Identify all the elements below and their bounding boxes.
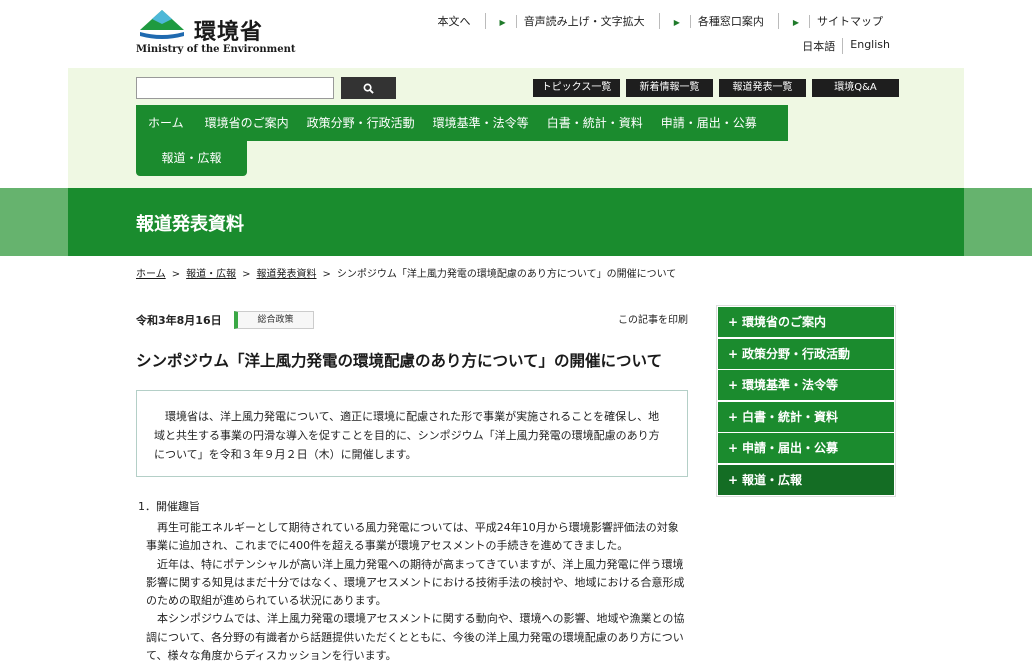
body-paragraph: 再生可能エネルギーとして期待されている風力発電については、平成24年10月から環…	[146, 521, 679, 553]
article-date: 令和3年8月16日	[136, 314, 222, 327]
plus-icon: +	[728, 472, 739, 487]
util-link-label: 各種窓口案内	[689, 15, 771, 28]
util-link-label: 本文へ	[437, 15, 471, 28]
logo-mark-icon	[140, 10, 184, 39]
logo-japanese-text: 環境省	[194, 19, 264, 45]
side-nav-policy[interactable]: + 政策分野・行政活動	[718, 338, 894, 369]
nav-item-policy[interactable]: 政策分野・行政活動	[298, 105, 424, 141]
article-summary: 環境省は、洋上風力発電について、適正に環境に配慮された形で事業が実施されることを…	[136, 390, 688, 477]
article-title: シンポジウム「洋上風力発電の環境配慮のあり方について」の開催について	[136, 352, 663, 370]
triangle-right-icon: ▶	[499, 18, 506, 27]
side-nav-applications[interactable]: + 申請・届出・公募	[718, 433, 894, 463]
breadcrumb-current: シンポジウム「洋上風力発電の環境配慮のあり方について」の開催について	[336, 269, 677, 280]
side-nav-label: 白書・統計・資料	[742, 409, 839, 424]
side-nav-label: 政策分野・行政活動	[742, 346, 851, 361]
nav-item-press[interactable]: 報道・広報	[136, 141, 247, 176]
breadcrumb-home[interactable]: ホーム	[136, 269, 166, 280]
side-nav-press[interactable]: + 報道・広報	[718, 464, 894, 495]
plus-icon: +	[728, 441, 739, 455]
page-title-band: 報道発表資料	[0, 188, 1032, 256]
plus-icon: +	[728, 315, 739, 329]
util-link-skip-to-content[interactable]: 本文へ	[424, 13, 485, 29]
page-title-inner: 報道発表資料	[68, 188, 964, 256]
utility-links: 本文へ ▶ 音声読み上げ・文字拡大 ▶ 各種窓口案内 ▶ サイトマップ	[424, 13, 897, 29]
breadcrumb-separator: >	[171, 269, 181, 280]
breadcrumb-press[interactable]: 報道・広報	[186, 269, 236, 280]
plus-icon: +	[728, 346, 739, 361]
search-icon	[363, 83, 374, 94]
quick-link-press-releases[interactable]: 報道発表一覧	[719, 79, 806, 97]
side-nav-standards[interactable]: + 環境基準・法令等	[718, 370, 894, 400]
side-nav-label: 申請・届出・公募	[742, 441, 839, 455]
nav-item-home[interactable]: ホーム	[136, 105, 196, 141]
side-nav-label: 環境基準・法令等	[742, 378, 839, 392]
nav-item-standards[interactable]: 環境基準・法令等	[424, 105, 538, 141]
article-body: 再生可能エネルギーとして期待されている風力発電については、平成24年10月から環…	[146, 519, 688, 665]
side-nav-about[interactable]: + 環境省のご案内	[718, 307, 894, 337]
search-input[interactable]	[136, 77, 334, 99]
side-navigation: + 環境省のご案内 + 政策分野・行政活動 + 環境基準・法令等 + 白書・統計・資料 …	[716, 305, 896, 497]
lang-english[interactable]: English	[842, 38, 897, 54]
breadcrumb-separator: >	[242, 269, 251, 280]
util-link-label: 音声読み上げ・文字拡大	[515, 15, 652, 28]
triangle-right-icon: ▶	[792, 18, 799, 27]
plus-icon: +	[728, 409, 739, 424]
nav-item-about[interactable]: 環境省のご案内	[196, 105, 298, 141]
breadcrumb-separator: >	[322, 269, 331, 280]
main-navigation: ホーム 環境省のご案内 政策分野・行政活動 環境基準・法令等 白書・統計・資料 …	[136, 105, 788, 176]
navigation-band: トピックス一覧 新着情報一覧 報道発表一覧 環境Q&A ホーム 環境省のご案内 …	[0, 68, 1032, 188]
quick-link-topics[interactable]: トピックス一覧	[533, 79, 620, 97]
quick-link-whats-new[interactable]: 新着情報一覧	[626, 79, 713, 97]
language-switcher: 日本語 English	[795, 38, 897, 54]
side-nav-label: 環境省のご案内	[742, 315, 827, 329]
triangle-right-icon: ▶	[673, 18, 680, 27]
body-paragraph: 近年は、特にポテンシャルが高い洋上風力発電への期待が高まってきていますが、洋上風…	[146, 557, 685, 608]
side-nav-whitepaper[interactable]: + 白書・統計・資料	[718, 401, 894, 432]
breadcrumb: ホーム > 報道・広報 > 報道発表資料 > シンポジウム「洋上風力発電の環境配慮のあり方に…	[136, 265, 676, 280]
logo-english-text: Ministry of the Environment	[136, 44, 296, 55]
section-heading: 1．開催趣旨	[138, 500, 200, 513]
page-title: 報道発表資料	[136, 214, 244, 235]
quick-link-qa[interactable]: 環境Q&A	[812, 79, 899, 97]
util-link-contacts[interactable]: ▶ 各種窓口案内	[658, 13, 778, 29]
search-button[interactable]	[341, 77, 396, 99]
site-header: 環境省 Ministry of the Environment 本文へ ▶ 音声読…	[0, 0, 1032, 68]
print-link[interactable]: この記事を印刷	[618, 311, 688, 326]
ministry-logo[interactable]: 環境省 Ministry of the Environment	[136, 8, 295, 60]
nav-item-whitepaper[interactable]: 白書・統計・資料	[538, 105, 652, 141]
body-paragraph: 本シンポジウムでは、洋上風力発電の環境アセスメントに関する動向や、環境への影響、…	[146, 612, 685, 663]
breadcrumb-press-releases[interactable]: 報道発表資料	[256, 269, 316, 280]
plus-icon: +	[728, 378, 739, 392]
main-nav-row: ホーム 環境省のご案内 政策分野・行政活動 環境基準・法令等 白書・統計・資料 …	[136, 105, 788, 141]
util-link-sitemap[interactable]: ▶ サイトマップ	[777, 13, 897, 29]
quick-links: トピックス一覧 新着情報一覧 報道発表一覧 環境Q&A	[533, 79, 899, 97]
article-meta: 令和3年8月16日 総合政策 この記事を印刷	[136, 311, 688, 331]
lang-japanese[interactable]: 日本語	[795, 38, 842, 54]
util-link-label: サイトマップ	[809, 15, 890, 28]
summary-text: 環境省は、洋上風力発電について、適正に環境に配慮された形で事業が実施されることを…	[154, 410, 660, 461]
category-badge: 総合政策	[234, 311, 314, 329]
nav-item-applications[interactable]: 申請・届出・公募	[652, 105, 766, 141]
util-link-read-aloud[interactable]: ▶ 音声読み上げ・文字拡大	[484, 13, 659, 29]
side-nav-label: 報道・広報	[742, 472, 803, 487]
